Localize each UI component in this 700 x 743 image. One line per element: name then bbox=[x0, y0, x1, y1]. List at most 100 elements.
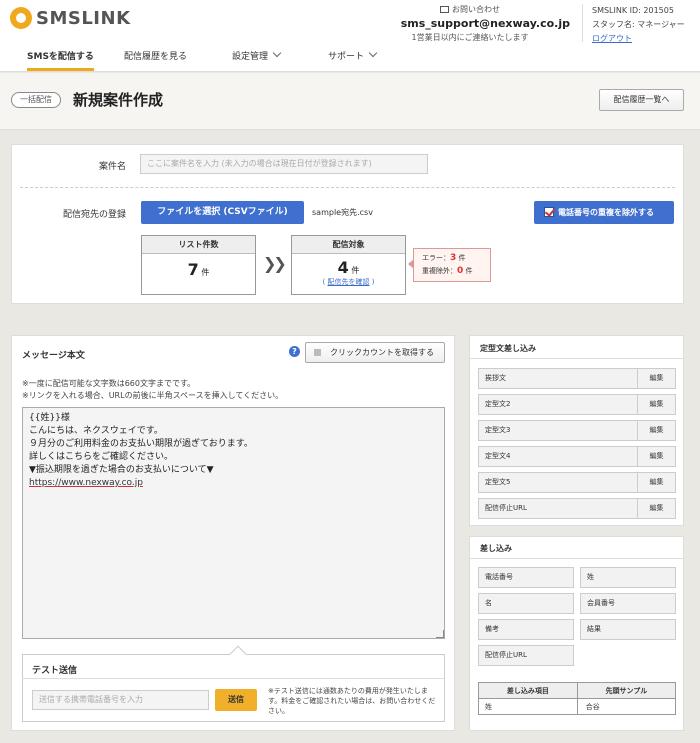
table-cell: 合谷 bbox=[576, 698, 677, 715]
logo[interactable]: SMSLINK bbox=[10, 7, 140, 29]
list-count-box: リスト件数 7 件 bbox=[141, 235, 256, 295]
template-edit-button[interactable]: 編集 bbox=[637, 447, 675, 466]
template-edit-button[interactable]: 編集 bbox=[637, 499, 675, 518]
click-count-button[interactable]: クリックカウントを取得する bbox=[305, 342, 445, 363]
checkbox-checked-icon[interactable] bbox=[544, 207, 554, 217]
message-line: ９月分のご利用料金のお支払い期限が過ぎております。 bbox=[29, 439, 253, 449]
error-summary: エラー：3 件 重複除外：0 件 bbox=[408, 248, 491, 282]
template-row[interactable]: 配信停止URL 編集 bbox=[478, 498, 676, 519]
selected-filename: sample宛先.csv bbox=[312, 208, 373, 217]
note-char-limit: ※一度に配信可能な文字数は660文字までです。 bbox=[22, 379, 196, 388]
message-notes: ※一度に配信可能な文字数は660文字までです。 ※リンクを入れる場合、URLの前… bbox=[22, 378, 283, 402]
message-title: メッセージ本文 bbox=[22, 351, 85, 361]
count-unit: 件 bbox=[458, 254, 466, 262]
nav-label: サポート bbox=[328, 52, 365, 62]
contact-label: お問い合わせ bbox=[452, 5, 500, 14]
message-line: こんにちは、ネクスウェイです。 bbox=[29, 426, 163, 436]
target-count-value: 4 bbox=[337, 258, 349, 277]
substitution-divider bbox=[469, 558, 684, 559]
note-link-spacing: ※リンクを入れる場合、URLの前後に半角スペースを挿入してください。 bbox=[22, 391, 284, 400]
count-unit: 件 bbox=[351, 266, 360, 275]
message-line: {{姓}}様 bbox=[29, 413, 70, 423]
message-textarea[interactable]: {{姓}}様 こんにちは、ネクスウェイです。 ９月分のご利用料金のお支払い期限が… bbox=[22, 407, 445, 639]
target-count-box: 配信対象 4 件 ( 配信先を確認 ) bbox=[291, 235, 406, 295]
history-list-button[interactable]: 配信履歴一覧へ bbox=[599, 89, 684, 111]
template-name: 定型文2 bbox=[485, 400, 511, 408]
template-divider bbox=[469, 358, 684, 359]
staff-name: スタッフ名: マネージャー bbox=[592, 20, 685, 29]
contact-block: お問い合わせ sms_support@nexway.co.jp 1営業日以内にご… bbox=[370, 4, 570, 43]
logout-link[interactable]: ログアウト bbox=[592, 32, 685, 46]
template-edit-button[interactable]: 編集 bbox=[637, 421, 675, 440]
account-id: SMSLINK ID: 201505 bbox=[592, 6, 674, 15]
substitution-panel-title: 差し込み bbox=[480, 544, 512, 553]
insert-result-button[interactable]: 結果 bbox=[580, 619, 676, 640]
mail-icon bbox=[440, 6, 449, 13]
nav-label: 配信履歴を見る bbox=[124, 52, 188, 62]
nav-label: SMSを配信する bbox=[27, 52, 94, 62]
insert-member-id-button[interactable]: 会員番号 bbox=[580, 593, 676, 614]
form-divider bbox=[20, 187, 675, 188]
select-file-button[interactable]: ファイルを選択 (CSVファイル) bbox=[141, 201, 304, 224]
case-name-label: 案件名 bbox=[98, 162, 126, 172]
account-info: SMSLINK ID: 201505 スタッフ名: マネージャー ログアウト bbox=[592, 4, 685, 46]
template-edit-button[interactable]: 編集 bbox=[637, 369, 675, 388]
support-hours: 1営業日以内にご連絡いたします bbox=[411, 33, 529, 42]
message-url: https://www.nexway.co.jp bbox=[29, 478, 143, 488]
help-icon[interactable]: ? bbox=[289, 346, 300, 357]
error-count: 3 bbox=[450, 253, 457, 263]
nav-settings[interactable]: 設定管理 bbox=[232, 48, 282, 71]
logo-text: SMSLINK bbox=[36, 7, 131, 29]
template-edit-button[interactable]: 編集 bbox=[637, 395, 675, 414]
exclude-duplicates-button[interactable]: 電話番号の重複を除外する bbox=[534, 201, 674, 224]
template-row[interactable]: 定型文5 編集 bbox=[478, 472, 676, 493]
list-count-value: 7 bbox=[187, 260, 199, 279]
template-name: 配信停止URL bbox=[485, 504, 527, 512]
page-title: 新規案件作成 bbox=[73, 91, 164, 109]
table-cell: 姓 bbox=[478, 698, 578, 715]
insert-first-name-button[interactable]: 名 bbox=[478, 593, 574, 614]
destination-label: 配信宛先の登録 bbox=[62, 210, 126, 220]
insert-phone-button[interactable]: 電話番号 bbox=[478, 567, 574, 588]
test-send-title: テスト送信 bbox=[32, 666, 78, 676]
template-row[interactable]: 挨拶文 編集 bbox=[478, 368, 676, 389]
nav-support[interactable]: サポート bbox=[328, 48, 378, 71]
test-send-note: ※テスト送信には通数あたりの費用が発生いたします。料金をご確認されたい場合は、お… bbox=[268, 687, 436, 715]
template-name: 定型文5 bbox=[485, 478, 511, 486]
insert-note-button[interactable]: 備考 bbox=[478, 619, 574, 640]
count-unit: 件 bbox=[201, 268, 210, 277]
template-name: 定型文4 bbox=[485, 452, 511, 460]
error-label: エラー： bbox=[422, 254, 450, 262]
template-row[interactable]: 定型文4 編集 bbox=[478, 446, 676, 467]
nav-history[interactable]: 配信履歴を見る bbox=[124, 49, 187, 71]
resize-handle-icon[interactable] bbox=[436, 630, 444, 638]
table-header: 先頭サンプル bbox=[576, 682, 677, 699]
nav-label: 設定管理 bbox=[232, 52, 269, 62]
dup-label: 重複除外： bbox=[422, 267, 457, 275]
template-row[interactable]: 定型文2 編集 bbox=[478, 394, 676, 415]
dup-count: 0 bbox=[457, 266, 464, 276]
toggle-indicator-icon bbox=[314, 349, 321, 356]
table-header: 差し込み項目 bbox=[478, 682, 578, 699]
chevron-down-icon bbox=[368, 48, 378, 58]
list-count-header: リスト件数 bbox=[142, 236, 255, 254]
contact-link[interactable]: お問い合わせ bbox=[370, 4, 570, 15]
template-row[interactable]: 定型文3 編集 bbox=[478, 420, 676, 441]
chevron-down-icon bbox=[272, 48, 282, 58]
logo-icon bbox=[10, 7, 32, 29]
confirm-destinations-link[interactable]: 配信先を確認 bbox=[328, 278, 370, 286]
case-name-input[interactable]: ここに案件名を入力 (未入力の場合は現在日付が登録されます) bbox=[140, 154, 428, 174]
template-name: 定型文3 bbox=[485, 426, 511, 434]
template-panel-title: 定型文差し込み bbox=[480, 344, 536, 353]
nav-send-sms[interactable]: SMSを配信する bbox=[27, 49, 94, 71]
table-row: 姓 合谷 bbox=[478, 698, 677, 715]
substitution-sample-table: 差し込み項目 先頭サンプル 姓 合谷 bbox=[478, 682, 677, 715]
test-send-button[interactable]: 送信 bbox=[215, 689, 257, 711]
test-phone-input[interactable]: 送信する携帯電話番号を入力 bbox=[32, 690, 209, 710]
count-unit: 件 bbox=[465, 267, 473, 275]
insert-last-name-button[interactable]: 姓 bbox=[580, 567, 676, 588]
template-edit-button[interactable]: 編集 bbox=[637, 473, 675, 492]
template-name: 挨拶文 bbox=[485, 374, 506, 382]
insert-unsubscribe-url-button[interactable]: 配信停止URL bbox=[478, 645, 574, 666]
support-email: sms_support@nexway.co.jp bbox=[400, 17, 570, 30]
